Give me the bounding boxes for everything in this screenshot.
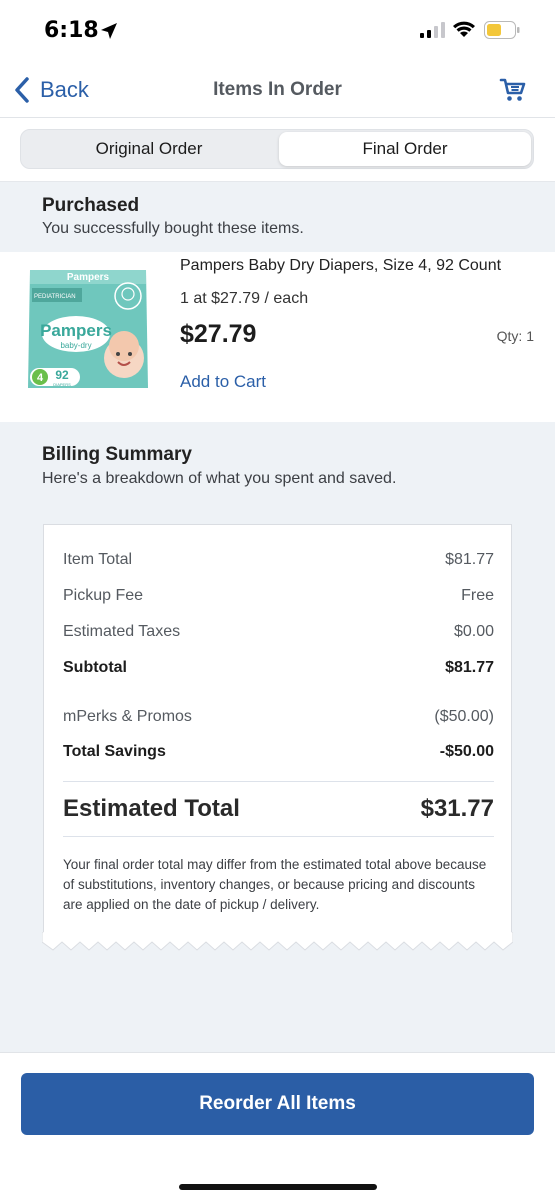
row-subtotal: Subtotal $81.77: [63, 659, 494, 677]
row-mperks-promos: mPerks & Promos ($50.00): [63, 708, 494, 726]
estimated-total-value: $31.77: [420, 795, 494, 822]
product-row: Pampers PEDIATRICIAN Pampers baby-dry 4 …: [0, 252, 555, 422]
product-unit-price: 1 at $27.79 / each: [180, 290, 309, 307]
location-arrow-icon: [99, 21, 119, 46]
divider: [63, 836, 494, 837]
reorder-all-items-button[interactable]: Reorder All Items: [21, 1073, 534, 1135]
box-count-text: 92: [55, 368, 69, 382]
box-brand-text: Pampers: [40, 321, 112, 340]
billing-title: Billing Summary: [42, 444, 192, 465]
row-estimated-taxes: Estimated Taxes $0.00: [63, 623, 494, 641]
divider: [63, 781, 494, 782]
row-value: $81.77: [445, 659, 494, 676]
product-name[interactable]: Pampers Baby Dry Diapers, Size 4, 92 Cou…: [180, 257, 501, 275]
purchased-section-header: Purchased You successfully bought these …: [0, 182, 555, 252]
box-count-label: DIAPERS: [53, 382, 71, 387]
row-label: Pickup Fee: [63, 587, 144, 604]
product-price: $27.79: [180, 320, 257, 348]
product-quantity: Qty: 1: [496, 328, 534, 344]
tab-original-order[interactable]: Original Order: [23, 132, 275, 166]
row-label: Item Total: [63, 551, 133, 568]
row-value: -$50.00: [439, 743, 494, 760]
status-time: 6:18: [44, 18, 99, 43]
row-item-total: Item Total $81.77: [63, 551, 494, 569]
row-label: Subtotal: [63, 659, 127, 676]
cart-icon[interactable]: [499, 76, 527, 109]
row-value: $0.00: [453, 623, 494, 640]
battery-icon: [484, 21, 520, 44]
wifi-icon: [452, 20, 476, 43]
row-label: Total Savings: [63, 743, 166, 760]
estimated-total-label: Estimated Total: [63, 795, 240, 822]
home-indicator[interactable]: [179, 1184, 377, 1190]
billing-subtitle: Here's a breakdown of what you spent and…: [42, 470, 397, 487]
bottom-action-bar: Reorder All Items: [0, 1052, 555, 1200]
purchased-title: Purchased: [42, 195, 140, 216]
total-disclaimer: Your final order total may differ from t…: [63, 857, 487, 912]
product-image[interactable]: Pampers PEDIATRICIAN Pampers baby-dry 4 …: [26, 264, 150, 390]
purchased-subtitle: You successfully bought these items.: [42, 220, 304, 237]
box-variant-text: baby-dry: [60, 341, 91, 350]
row-label: Estimated Taxes: [63, 623, 181, 640]
tab-final-order[interactable]: Final Order: [279, 132, 531, 166]
receipt-card: Item Total $81.77 Pickup Fee Free Estima…: [43, 524, 512, 934]
row-total-savings: Total Savings -$50.00: [63, 743, 494, 761]
row-estimated-total: Estimated Total $31.77: [63, 795, 494, 823]
signal-icon: [420, 22, 446, 43]
box-badge-text: PEDIATRICIAN: [34, 294, 76, 300]
row-value: Free: [461, 587, 494, 604]
status-bar: 6:18: [0, 0, 555, 62]
page-title: Items In Order: [213, 79, 342, 100]
box-top-text: Pampers: [67, 272, 110, 283]
row-value: ($50.00): [434, 708, 494, 725]
row-pickup-fee: Pickup Fee Free: [63, 587, 494, 605]
box-size-text: 4: [37, 372, 44, 384]
nav-bar: Back Items In Order: [0, 62, 555, 118]
row-label: mPerks & Promos: [63, 708, 192, 725]
segmented-control: Original Order Final Order: [20, 129, 534, 169]
diaper-box-picture: Pampers PEDIATRICIAN Pampers baby-dry 4 …: [28, 270, 148, 388]
order-tabs-bar: Original Order Final Order: [0, 118, 555, 182]
billing-summary-section: Billing Summary Here's a breakdown of wh…: [0, 422, 555, 1052]
add-to-cart-link[interactable]: Add to Cart: [180, 372, 266, 392]
receipt-torn-edge: [41, 931, 514, 957]
row-value: $81.77: [445, 551, 494, 568]
